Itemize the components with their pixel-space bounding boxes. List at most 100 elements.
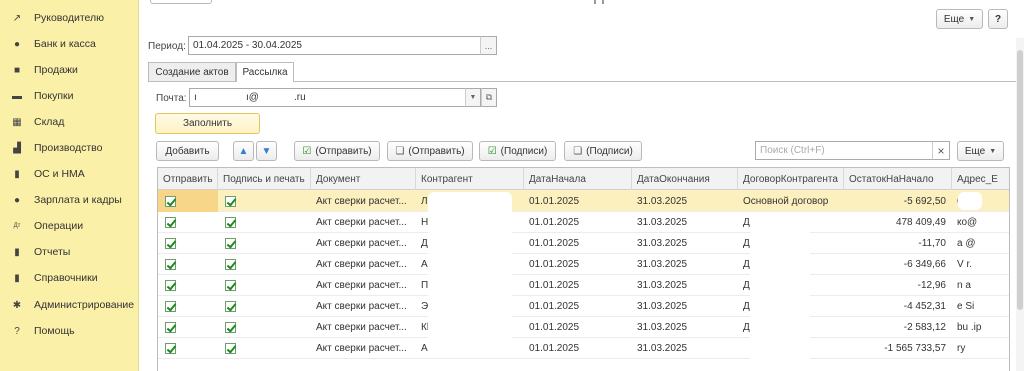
checkbox-checked-icon[interactable] <box>225 321 236 333</box>
table-row[interactable]: Акт сверки расчет... Н 01.01.2025 31.03.202… <box>158 211 1009 233</box>
checkbox-checked-icon[interactable] <box>165 195 176 207</box>
scrollbar-thumb[interactable] <box>1017 50 1023 310</box>
column-header[interactable]: Контрагент <box>416 168 524 190</box>
column-header[interactable]: Документ <box>311 168 416 190</box>
more-menu-label: Еще <box>943 13 965 25</box>
column-header[interactable]: Адрес_Е <box>952 168 1009 190</box>
top-button-edge[interactable] <box>150 0 212 4</box>
checkbox-checked-icon[interactable] <box>225 216 236 228</box>
sign-checkbox-cell[interactable] <box>218 190 311 212</box>
page-scrollbar[interactable] <box>1016 38 1024 371</box>
search-clear-button[interactable]: × <box>932 141 950 160</box>
tab-create-acts[interactable]: Создание актов <box>148 62 236 81</box>
column-header[interactable]: Подпись и печать <box>218 168 311 190</box>
checkbox-checked-icon[interactable] <box>165 321 176 333</box>
checkbox-checked-icon[interactable] <box>165 342 176 354</box>
column-header[interactable]: ДатаНачала <box>524 168 632 190</box>
sidebar-item[interactable]: ▮ Справочники <box>0 265 139 291</box>
sidebar: ↗ Руководителю ● Банк и касса ■ Продажи ▬ Покуп… <box>0 0 139 371</box>
checkbox-checked-icon[interactable] <box>165 216 176 228</box>
period-field[interactable]: 01.04.2025 - 30.04.2025 <box>188 36 481 55</box>
sign-checkbox-cell[interactable] <box>218 295 311 317</box>
sign-checkbox-cell[interactable] <box>218 232 311 254</box>
sidebar-item[interactable]: ▮ Отчеты <box>0 239 139 265</box>
checkbox-checked-icon[interactable] <box>225 237 236 249</box>
more-menu-button[interactable]: Еще ▼ <box>936 9 983 29</box>
send-checkbox-cell[interactable] <box>158 316 218 338</box>
uncheck-all-send-button[interactable]: ❏ (Отправить) <box>387 141 473 161</box>
table-row[interactable]: Акт сверки расчет... А 01.01.2025 31.03.202… <box>158 253 1009 275</box>
checkbox-checked-icon[interactable] <box>165 279 176 291</box>
mail-dropdown-button[interactable]: ▼ <box>465 88 481 107</box>
cell-address: bu .ip <box>957 321 982 333</box>
column-header[interactable]: Отправить <box>158 168 218 190</box>
fill-button[interactable]: Заполнить <box>155 113 260 134</box>
move-up-button[interactable]: ▲ <box>233 141 254 161</box>
send-checkbox-cell[interactable] <box>158 232 218 254</box>
sidebar-item[interactable]: ● Банк и касса <box>0 31 139 57</box>
sidebar-item[interactable]: Дт Операции <box>0 213 139 239</box>
period-value: 01.04.2025 - 30.04.2025 <box>193 40 302 51</box>
column-header[interactable]: ОстатокНаНачало <box>844 168 952 190</box>
sign-checkbox-cell[interactable] <box>218 337 311 359</box>
sign-checkbox-cell[interactable] <box>218 253 311 275</box>
sidebar-item[interactable]: ↗ Руководителю <box>0 5 139 31</box>
sidebar-item-label: Продажи <box>34 64 78 76</box>
checkbox-checked-icon[interactable] <box>165 258 176 270</box>
sidebar-item[interactable]: ▬ Покупки <box>0 83 139 109</box>
sign-checkbox-cell[interactable] <box>218 316 311 338</box>
trend-icon: ↗ <box>12 12 22 24</box>
move-down-button[interactable]: ▼ <box>256 141 277 161</box>
sidebar-item[interactable]: ▦ Склад <box>0 109 139 135</box>
sidebar-item-label: Склад <box>34 116 65 128</box>
sidebar-item[interactable]: ▟ Производство <box>0 135 139 161</box>
table-row[interactable]: Акт сверки расчет... Лс 01.01.2025 31.03.20… <box>158 190 1009 212</box>
check-all-sign-button[interactable]: ☑ (Подписи) <box>479 141 556 161</box>
sidebar-item[interactable]: ✱ Администрирование <box>0 292 139 318</box>
recipients-table: Отправить Подпись и печать Документ Контраг… <box>157 167 1010 371</box>
uncheck-all-sign-button[interactable]: ❏ (Подписи) <box>564 141 642 161</box>
column-header[interactable]: ДоговорКонтрагента <box>738 168 844 190</box>
tab-label: Рассылка <box>242 67 288 78</box>
check-all-icon: ☑ <box>487 145 497 157</box>
sidebar-item[interactable]: ▮ ОС и НМА <box>0 161 139 187</box>
checkbox-checked-icon[interactable] <box>165 237 176 249</box>
search-input[interactable]: Поиск (Ctrl+F) <box>755 141 933 160</box>
sidebar-item[interactable]: ● Зарплата и кадры <box>0 187 139 213</box>
help-label: ? <box>994 13 1002 25</box>
table-row[interactable]: Акт сверки расчет... П. 01.01.2025 31.03.20… <box>158 274 1009 296</box>
checkbox-checked-icon[interactable] <box>225 258 236 270</box>
send-checkbox-cell[interactable] <box>158 211 218 233</box>
sidebar-item[interactable]: ■ Продажи <box>0 57 139 83</box>
cell-balance: -6 349,66 <box>903 258 946 270</box>
period-picker-button[interactable]: ... <box>480 36 497 55</box>
mail-value-middle: ı@ <box>246 92 259 103</box>
mail-open-button[interactable]: ⧉ <box>481 88 497 107</box>
cell-end: 31.03.2025 <box>637 300 688 312</box>
table-header: Отправить Подпись и печать Документ Контраг… <box>158 168 1009 190</box>
check-all-send-button[interactable]: ☑ (Отправить) <box>294 141 380 161</box>
checkbox-checked-icon[interactable] <box>225 279 236 291</box>
tab-mailing[interactable]: Рассылка <box>236 62 294 82</box>
sign-checkbox-cell[interactable] <box>218 211 311 233</box>
table-row[interactable]: Акт сверки расчет... Al 01.01.2025 31.03.20… <box>158 337 1009 359</box>
table-row[interactable]: Акт сверки расчет... Д 01.01.2025 31.03.202… <box>158 232 1009 254</box>
sign-checkbox-cell[interactable] <box>218 274 311 296</box>
send-checkbox-cell[interactable] <box>158 337 218 359</box>
checkbox-checked-icon[interactable] <box>165 300 176 312</box>
add-button[interactable]: Добавить <box>156 141 219 161</box>
sidebar-item[interactable]: ? Помощь <box>0 318 139 344</box>
column-header[interactable]: ДатаОкончания <box>632 168 738 190</box>
send-checkbox-cell[interactable] <box>158 274 218 296</box>
table-row[interactable]: Акт сверки расчет... Кl 01.01.2025 31.03.20… <box>158 316 1009 338</box>
checkbox-checked-icon[interactable] <box>225 342 236 354</box>
send-checkbox-cell[interactable] <box>158 190 218 212</box>
checkbox-checked-icon[interactable] <box>225 195 236 207</box>
table-row[interactable]: Акт сверки расчет... Э 01.01.2025 31.03.202… <box>158 295 1009 317</box>
checkbox-checked-icon[interactable] <box>225 300 236 312</box>
table-more-button[interactable]: Еще ▼ <box>957 141 1004 161</box>
send-checkbox-cell[interactable] <box>158 295 218 317</box>
send-checkbox-cell[interactable] <box>158 253 218 275</box>
mail-field[interactable]: ı ı@ .ru <box>189 88 466 107</box>
help-button[interactable]: ? <box>988 9 1008 29</box>
